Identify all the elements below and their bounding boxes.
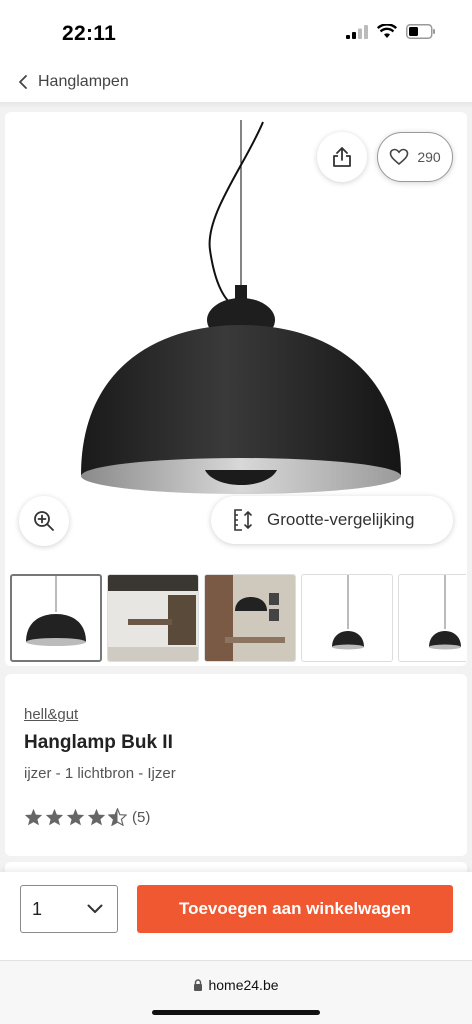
product-subtitle: ijzer - 1 lichtbron - Ijzer: [24, 765, 176, 782]
status-icons: [346, 24, 436, 39]
review-count: (5): [132, 808, 151, 826]
url-field[interactable]: home24.be: [0, 977, 472, 993]
purchase-bar: 1 Toevoegen aan winkelwagen: [0, 872, 472, 960]
zoom-button[interactable]: [19, 496, 69, 546]
status-time: 22:11: [62, 22, 117, 45]
zoom-in-icon: [34, 511, 54, 531]
favorite-count: 290: [417, 149, 441, 165]
add-to-cart-button[interactable]: Toevoegen aan winkelwagen: [137, 885, 453, 933]
home-indicator: [152, 1010, 320, 1015]
lock-icon: [194, 979, 203, 991]
status-bar: 22:11: [0, 0, 472, 62]
chevron-down-icon: [87, 904, 103, 913]
product-info: hell&gut Hanglamp Buk II ijzer - 1 licht…: [5, 674, 467, 856]
quantity-value: 1: [32, 898, 43, 919]
product-page: 22:11 Hanglampen 290 Grootte-vergelijkin…: [0, 0, 472, 1024]
star-icon: [87, 808, 106, 826]
thumbnail[interactable]: [204, 574, 296, 662]
share-button[interactable]: [317, 132, 367, 182]
rating[interactable]: (5): [24, 808, 467, 826]
thumbnail[interactable]: [301, 574, 393, 662]
heart-icon: [390, 148, 409, 166]
add-to-cart-label: Toevoegen aan winkelwagen: [178, 899, 412, 918]
wifi-icon: [377, 24, 397, 38]
quantity-select[interactable]: 1: [20, 885, 118, 933]
star-icon: [66, 808, 85, 826]
share-icon: [333, 147, 351, 167]
browser-url-bar: home24.be: [0, 960, 472, 1024]
product-title: Hanglamp Buk II: [24, 732, 173, 753]
url-text: home24.be: [208, 977, 279, 993]
size-compare-button[interactable]: Grootte-vergelijking: [211, 496, 453, 544]
header-divider: [0, 102, 472, 108]
thumbnail[interactable]: [10, 574, 102, 662]
battery-icon: [406, 24, 435, 39]
breadcrumb[interactable]: Hanglampen: [0, 62, 472, 102]
favorite-button[interactable]: 290: [377, 132, 453, 182]
thumbnail[interactable]: [398, 574, 466, 662]
thumbnail[interactable]: [107, 574, 199, 662]
size-compare-label: Grootte-vergelijking: [267, 510, 415, 529]
signal-icon: [346, 24, 368, 39]
chevron-left-icon: [19, 75, 27, 89]
breadcrumb-label: Hanglampen: [38, 73, 129, 90]
image-gallery: 290 Grootte-vergelijking: [5, 112, 467, 666]
size-compare-icon: [234, 509, 252, 531]
thumbnail-strip: [10, 574, 466, 664]
star-icon: [45, 808, 64, 826]
star-half-icon: [108, 808, 127, 826]
brand-link[interactable]: hell&gut: [24, 706, 467, 723]
star-icon: [24, 808, 43, 826]
